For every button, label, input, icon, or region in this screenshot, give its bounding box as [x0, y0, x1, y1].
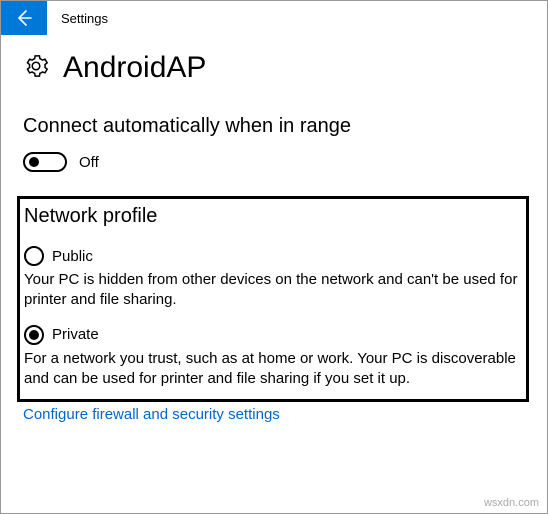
connect-toggle-label: Off [79, 154, 99, 171]
network-profile-heading: Network profile [24, 205, 522, 228]
radio-label-public: Public [52, 248, 93, 265]
toggle-knob [29, 157, 39, 167]
connect-toggle[interactable] [23, 152, 67, 172]
title-bar: Settings [1, 1, 547, 35]
content-area: AndroidAP Connect automatically when in … [1, 35, 547, 424]
connect-toggle-row: Off [23, 152, 525, 172]
radio-row-private[interactable]: Private [24, 325, 522, 345]
desc-private: For a network you trust, such as at home… [24, 349, 522, 390]
desc-public: Your PC is hidden from other devices on … [24, 270, 522, 311]
radio-label-private: Private [52, 326, 99, 343]
back-arrow-icon [14, 8, 34, 28]
network-profile-box: Network profile Public Your PC is hidden… [17, 196, 529, 402]
window-title: Settings [61, 11, 108, 26]
radio-row-public[interactable]: Public [24, 246, 522, 266]
page-title: AndroidAP [63, 51, 206, 85]
page-header: AndroidAP [23, 51, 525, 85]
gear-icon [23, 53, 49, 84]
watermark: wsxdn.com [484, 497, 539, 509]
firewall-link[interactable]: Configure firewall and security settings [23, 406, 280, 423]
back-button[interactable] [1, 1, 47, 35]
connect-section-title: Connect automatically when in range [23, 115, 525, 138]
radio-private[interactable] [24, 325, 44, 345]
radio-public[interactable] [24, 246, 44, 266]
